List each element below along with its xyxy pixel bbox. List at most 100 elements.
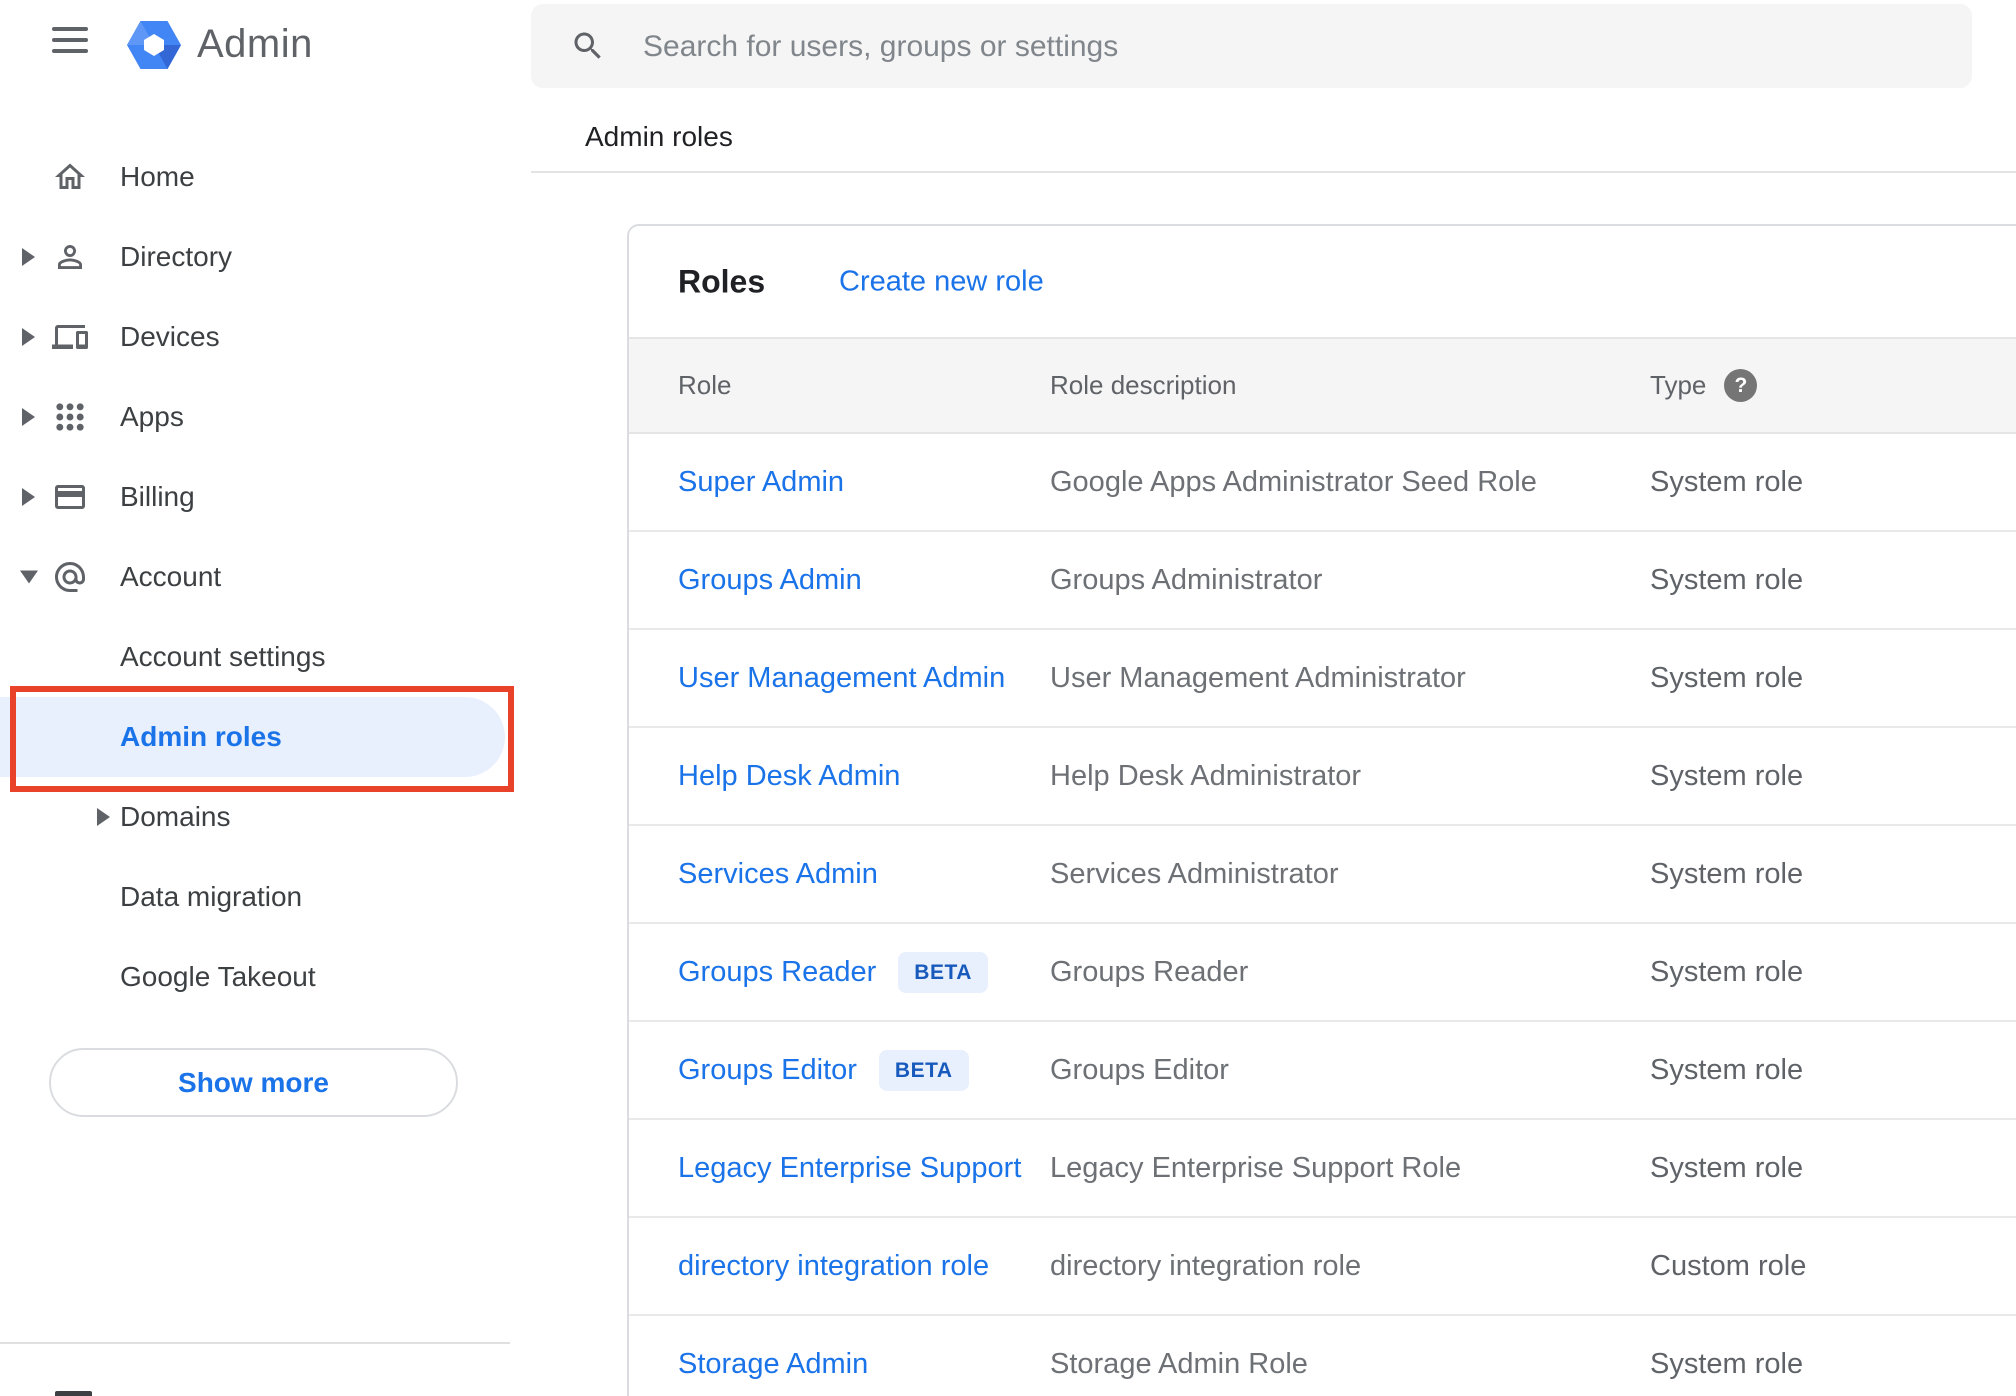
- beta-badge: BETA: [898, 951, 988, 993]
- chevron-right-icon[interactable]: [22, 248, 35, 266]
- role-link[interactable]: User Management Admin: [678, 662, 1005, 695]
- role-link[interactable]: Storage Admin: [678, 1348, 868, 1381]
- sidebar-item-billing[interactable]: Billing: [0, 457, 531, 537]
- devices-icon: [52, 325, 88, 349]
- role-description: User Management Administrator: [1050, 661, 1466, 694]
- table-header-row: Role Role description Type ?: [629, 337, 2016, 434]
- sidebar-item-account[interactable]: Account: [0, 537, 531, 617]
- sidebar-item-google-takeout[interactable]: Google Takeout: [0, 937, 531, 1017]
- chevron-down-icon[interactable]: [20, 570, 38, 584]
- role-link[interactable]: Super Admin: [678, 466, 844, 499]
- person-icon: [58, 245, 82, 269]
- sidebar-item-data-migration[interactable]: Data migration: [0, 857, 531, 937]
- support-icon[interactable]: [55, 1391, 92, 1396]
- beta-badge: BETA: [878, 1049, 969, 1091]
- sidebar-item-apps[interactable]: Apps: [0, 377, 531, 457]
- sidebar-item-label: Domains: [120, 801, 231, 832]
- role-link[interactable]: Help Desk Admin: [678, 760, 900, 793]
- sidebar-item-devices[interactable]: Devices: [0, 297, 531, 377]
- sidebar: Admin Home Directory Devices Apps Billin…: [0, 0, 531, 1396]
- column-header-type-label: Type: [1650, 370, 1707, 400]
- role-type: System role: [1650, 955, 1804, 988]
- role-link[interactable]: Groups Editor: [678, 1054, 857, 1087]
- brand-title: Admin: [197, 22, 313, 66]
- roles-panel-header: Roles Create new role: [629, 226, 2016, 337]
- role-link[interactable]: Groups Reader: [678, 956, 876, 989]
- sidebar-item-domains[interactable]: Domains: [0, 777, 531, 857]
- search-input[interactable]: [641, 4, 1895, 90]
- role-description: Services Administrator: [1050, 857, 1339, 890]
- role-description: Legacy Enterprise Support Role: [1050, 1151, 1462, 1184]
- role-description: Storage Admin Role: [1050, 1347, 1308, 1380]
- sidebar-item-account-settings[interactable]: Account settings: [0, 617, 531, 697]
- role-type: System role: [1650, 1347, 1804, 1380]
- role-description: Groups Editor: [1050, 1053, 1229, 1086]
- home-icon: [55, 163, 85, 189]
- role-type: System role: [1650, 1053, 1804, 1086]
- sidebar-item-label: Home: [120, 161, 195, 192]
- chevron-right-icon[interactable]: [22, 328, 35, 346]
- sidebar-nav: Home Directory Devices Apps Billing Acco…: [0, 137, 531, 1017]
- table-row: Groups Reader BETA Groups Reader System r…: [629, 924, 2016, 1022]
- sidebar-item-home[interactable]: Home: [0, 137, 531, 217]
- chevron-right-icon[interactable]: [97, 808, 110, 826]
- role-description: Help Desk Administrator: [1050, 759, 1362, 792]
- help-icon[interactable]: ?: [1724, 369, 1758, 402]
- column-header-type: Type ?: [1650, 369, 2016, 402]
- table-row: Storage Admin Storage Admin Role System …: [629, 1316, 2016, 1396]
- create-new-role-link[interactable]: Create new role: [839, 265, 1044, 298]
- sidebar-item-label: Google Takeout: [120, 961, 316, 992]
- role-link[interactable]: Legacy Enterprise Support: [678, 1152, 1021, 1185]
- header-divider: [531, 171, 2016, 173]
- panel-title: Roles: [678, 263, 766, 299]
- roles-panel: Roles Create new role Role Role descript…: [627, 224, 2016, 1396]
- role-description: Groups Reader: [1050, 955, 1249, 988]
- role-description: Groups Administrator: [1050, 563, 1323, 596]
- table-row: User Management Admin User Management Ad…: [629, 630, 2016, 728]
- credit-card-icon: [55, 485, 85, 509]
- table-row: Services Admin Services Administrator Sy…: [629, 826, 2016, 924]
- role-type: Custom role: [1650, 1249, 1807, 1282]
- sidebar-item-label: Account: [120, 561, 222, 592]
- table-row: Super Admin Google Apps Administrator Se…: [629, 434, 2016, 532]
- search-icon: [574, 32, 601, 59]
- role-link[interactable]: directory integration role: [678, 1250, 989, 1283]
- chevron-right-icon[interactable]: [22, 488, 35, 506]
- role-type: System role: [1650, 759, 1804, 792]
- at-sign-icon: [55, 562, 85, 592]
- role-link[interactable]: Services Admin: [678, 858, 878, 891]
- sidebar-divider: [0, 1342, 510, 1344]
- sidebar-item-label: Apps: [120, 401, 184, 432]
- sidebar-item-admin-roles[interactable]: Admin roles: [0, 697, 531, 777]
- breadcrumb: Admin roles: [585, 121, 733, 152]
- sidebar-item-label: Devices: [120, 321, 220, 352]
- table-row: directory integration role directory int…: [629, 1218, 2016, 1316]
- column-header-description: Role description: [1050, 370, 1237, 400]
- table-row: Legacy Enterprise Support Legacy Enterpr…: [629, 1120, 2016, 1218]
- role-description: Google Apps Administrator Seed Role: [1050, 465, 1537, 498]
- sidebar-item-label: Billing: [120, 481, 195, 512]
- chevron-right-icon[interactable]: [22, 408, 35, 426]
- sidebar-item-directory[interactable]: Directory: [0, 217, 531, 297]
- role-link[interactable]: Groups Admin: [678, 564, 862, 597]
- table-row: Groups Editor BETA Groups Editor System r…: [629, 1022, 2016, 1120]
- role-type: System role: [1650, 465, 1804, 498]
- role-type: System role: [1650, 661, 1804, 694]
- sidebar-item-label: Admin roles: [120, 721, 282, 752]
- admin-logo-icon[interactable]: [127, 21, 181, 69]
- show-more-button[interactable]: Show more: [49, 1048, 458, 1117]
- role-type: System role: [1650, 563, 1804, 596]
- admin-console: Admin Home Directory Devices Apps Billin…: [0, 0, 2016, 1396]
- sidebar-item-label: Data migration: [120, 881, 303, 912]
- table-row: Help Desk Admin Help Desk Administrator …: [629, 728, 2016, 826]
- hamburger-menu-icon[interactable]: [52, 27, 88, 53]
- sidebar-item-label: Directory: [120, 241, 233, 272]
- search-bar[interactable]: [531, 4, 1972, 90]
- role-type: System role: [1650, 857, 1804, 890]
- role-description: directory integration role: [1050, 1249, 1362, 1282]
- role-type: System role: [1650, 1151, 1804, 1184]
- sidebar-item-label: Account settings: [120, 641, 326, 672]
- table-row: Groups Admin Groups Administrator System…: [629, 532, 2016, 630]
- apps-grid-icon: [56, 403, 84, 431]
- column-header-role: Role: [678, 370, 732, 400]
